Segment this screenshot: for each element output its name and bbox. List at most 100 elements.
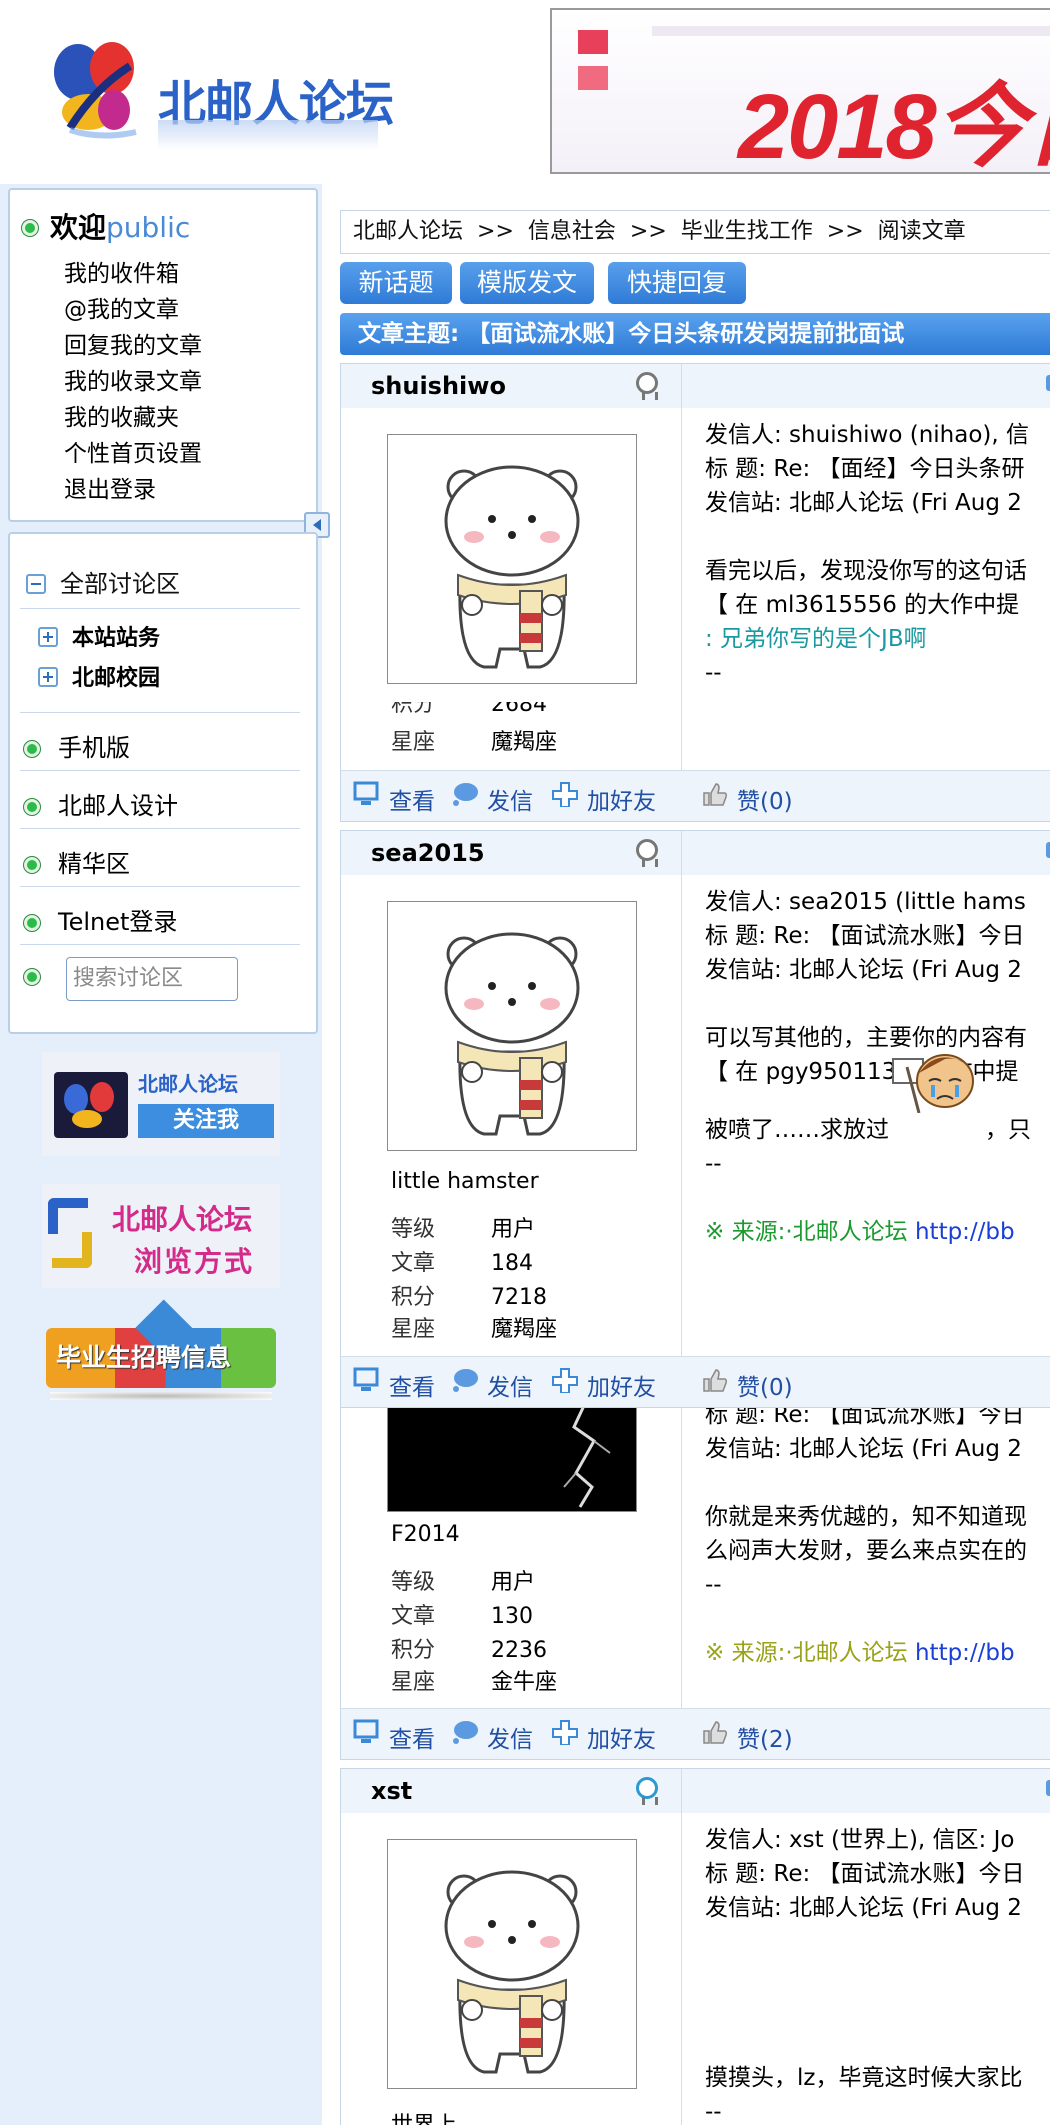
add-friend-link[interactable]: 加好友 (587, 782, 656, 816)
green-dot-icon (24, 915, 40, 931)
menu-collected[interactable]: 我的收录文章 (64, 362, 202, 396)
site-logo[interactable]: 北邮人论坛 (40, 28, 400, 178)
view-profile-link[interactable]: 查看 (389, 1720, 435, 1754)
like-count[interactable]: 赞(0) (737, 782, 793, 816)
post-author[interactable]: xst (371, 1777, 412, 1805)
menu-mentions[interactable]: @我的文章 (64, 290, 179, 324)
menu-inbox[interactable]: 我的收件箱 (64, 254, 179, 288)
menu-replies[interactable]: 回复我的文章 (64, 326, 202, 360)
sidebar-item-design[interactable]: 北邮人设计 (24, 786, 178, 821)
forum-node-label: 北邮校园 (72, 666, 161, 691)
username-link[interactable]: public (106, 211, 190, 244)
menu-home-settings[interactable]: 个性首页设置 (64, 434, 202, 468)
signature-separator: -- (705, 1151, 722, 1177)
view-profile-link[interactable]: 查看 (389, 1368, 435, 1402)
post-line: 发信人: sea2015 (little hams (705, 889, 1026, 915)
source-link[interactable]: http://bb (915, 1640, 1015, 1666)
expand-plus-icon (38, 667, 58, 687)
all-forums-toggle[interactable]: 全部讨论区 (26, 564, 180, 599)
forum-node-site-affairs[interactable]: 本站站务 (38, 620, 160, 652)
view-profile-link[interactable]: 查看 (389, 782, 435, 816)
stat-label: 积分 (391, 702, 436, 716)
post-body: 发信人: sea2015 (little hams 标 题: Re: 【面试流水… (705, 885, 1031, 1249)
stat-value: 魔羯座 (491, 1317, 558, 1342)
topic-title-bar: 文章主题: 【面试流水账】今日头条研发岗提前批面试 (340, 313, 1050, 355)
stat-value: 7218 (491, 1285, 547, 1310)
sidebar-item-digest[interactable]: 精华区 (24, 844, 130, 879)
post-line: 么闷声大发财，要么来点实在的 (705, 1538, 1027, 1564)
send-message-link[interactable]: 发信 (487, 1720, 533, 1754)
stat-value: 2236 (491, 1638, 547, 1663)
reply-icon (1046, 1780, 1050, 1796)
post-body: 标 题: Re: 【面试流水账】今日 发信站: 北邮人论坛 (Fri Aug 2… (705, 1408, 1027, 1670)
add-friend-link[interactable]: 加好友 (587, 1720, 656, 1754)
forum-search-input[interactable]: 搜索讨论区 (66, 957, 238, 1001)
post: xst 回复 转载 转寄 世界上 发信人: xst (世界上), 信区: Jo (340, 1768, 1050, 2125)
reply-icon (1046, 842, 1050, 858)
add-friend-link[interactable]: 加好友 (587, 1368, 656, 1402)
add-friend-icon (552, 1368, 578, 1393)
promo-follow-title: 北邮人论坛 (138, 1072, 238, 1096)
post-line: 发信站: 北邮人论坛 (Fri Aug 2 (705, 957, 1022, 983)
stat-value: 2684 (491, 702, 547, 716)
send-message-link[interactable]: 发信 (487, 1368, 533, 1402)
breadcrumb-item[interactable]: 毕业生找工作 (681, 219, 813, 244)
post-line: 标 题: Re: 【面试流水账】今日 (705, 1861, 1025, 1887)
divider (20, 886, 300, 887)
template-post-button[interactable]: 模版发文 (460, 262, 594, 304)
post-line: 被喷了……求放过 ，只 (705, 1054, 1031, 1147)
stat-label: 积分 (391, 1285, 436, 1310)
post-author[interactable]: shuishiwo (371, 372, 506, 400)
stat-label: 文章 (391, 1251, 436, 1276)
divider (20, 944, 300, 945)
user-stat-sign: 星座 魔羯座 (391, 724, 557, 756)
breadcrumb-separator: >> (477, 219, 514, 244)
crying-emoji-icon (889, 1054, 985, 1143)
breadcrumb-separator: >> (826, 219, 864, 244)
stat-label: 星座 (391, 730, 436, 755)
menu-logout[interactable]: 退出登录 (64, 470, 156, 504)
post-actions: 回复 转载 转寄 (682, 831, 1050, 875)
post-actions: 回复 转载 转寄 (682, 364, 1050, 408)
promo-browse-mode[interactable]: 北邮人论坛 浏览方式 (42, 1184, 280, 1288)
promo-graduate-jobs[interactable]: 毕业生招聘信息 (42, 1299, 280, 1404)
logo-reflection (158, 120, 378, 150)
green-dot-icon (24, 741, 40, 757)
medal-icon (636, 1777, 658, 1805)
post-text: ，只 (985, 1117, 1031, 1143)
breadcrumb-separator: >> (629, 219, 667, 244)
promo-follow-weibo[interactable]: 北邮人论坛 关注我 (42, 1052, 280, 1156)
stat-label: 等级 (391, 1217, 436, 1242)
post-line: 【 在 ml3615556 的大作中提 (705, 592, 1020, 618)
new-topic-button[interactable]: 新话题 (340, 262, 452, 304)
ad-banner[interactable]: 2018今日 (550, 8, 1050, 174)
post-footer: 查看 发信 加好友 赞(2) (341, 1708, 1050, 1759)
user-stat-posts: 文章 130 (391, 1598, 533, 1630)
post-line: 发信人: xst (世界上), 信区: Jo (705, 1827, 1015, 1853)
post-line: 发信人: shuishiwo (nihao), 信 (705, 422, 1030, 448)
breadcrumb-item[interactable]: 信息社会 (528, 219, 616, 244)
like-count[interactable]: 赞(2) (737, 1720, 793, 1754)
user-avatar (387, 434, 637, 684)
sidebar-item-telnet[interactable]: Telnet登录 (24, 902, 177, 937)
send-message-link[interactable]: 发信 (487, 782, 533, 816)
post-line: 摸摸头，lz，毕竟这时候大家比 (705, 2065, 1023, 2091)
medal-icon (636, 839, 658, 867)
post-line: 标 题: Re: 【面经】今日头条研 (705, 456, 1025, 482)
menu-favorites[interactable]: 我的收藏夹 (64, 398, 179, 432)
forum-node-campus[interactable]: 北邮校园 (38, 660, 160, 692)
like-count[interactable]: 赞(0) (737, 1368, 793, 1402)
sidebar-item-mobile[interactable]: 手机版 (24, 728, 130, 763)
post-source: ※ 来源:·北邮人论坛 http://bb (705, 1636, 1027, 1670)
source-link[interactable]: http://bb (915, 1219, 1015, 1245)
quick-reply-button[interactable]: 快捷回复 (608, 262, 746, 304)
thumbs-up-icon (703, 783, 728, 806)
post: shuishiwo 回复 转载 转寄 积分 2684 星座 魔羯座 发信人: shu… (340, 363, 1050, 822)
post-author[interactable]: sea2015 (371, 839, 485, 867)
welcome-line: 欢迎public (22, 206, 190, 246)
user-stat-sign: 星座 金牛座 (391, 1664, 557, 1696)
breadcrumb-item[interactable]: 北邮人论坛 (353, 219, 463, 244)
post-line: 看完以后，发现没你写的这句话 (705, 558, 1027, 584)
source-text: ※ 来源:·北邮人论坛 (705, 1219, 908, 1245)
green-dot-icon (24, 969, 40, 989)
